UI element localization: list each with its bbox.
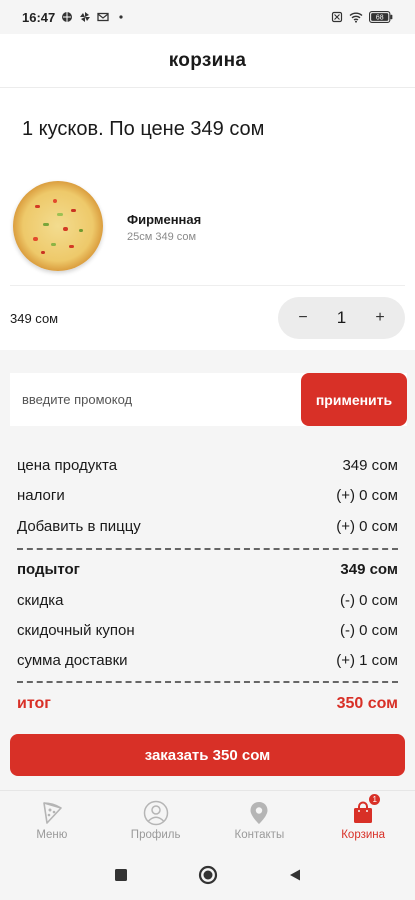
row-discount: скидка (-) 0 сом bbox=[17, 592, 398, 609]
pizza-image bbox=[13, 181, 103, 271]
row-value: (-) 0 сом bbox=[340, 592, 398, 609]
row-total: итог 350 сом bbox=[17, 695, 398, 713]
decrease-quantity-button[interactable]: − bbox=[294, 309, 312, 327]
row-pizza-addons: Добавить в пиццу (+) 0 сом bbox=[17, 518, 398, 535]
tab-menu[interactable]: Меню bbox=[0, 791, 104, 850]
app-header: корзина bbox=[0, 34, 415, 88]
tab-label: Корзина bbox=[341, 829, 386, 841]
dashed-divider bbox=[17, 681, 398, 683]
system-nav-bar bbox=[0, 850, 415, 900]
pizza-slice-icon bbox=[43, 802, 62, 824]
row-label: скидка bbox=[17, 592, 64, 609]
item-divider bbox=[10, 285, 405, 286]
tab-contacts[interactable]: Контакты bbox=[208, 791, 312, 850]
row-taxes: налоги (+) 0 сом bbox=[17, 487, 398, 504]
user-icon bbox=[143, 800, 168, 826]
bottom-tab-bar: Меню Профиль Контакты 1 Корзина bbox=[0, 790, 415, 850]
quantity-value: 1 bbox=[336, 308, 347, 327]
row-label: итог bbox=[17, 695, 51, 712]
place-order-button[interactable]: заказать 350 сом bbox=[10, 734, 405, 776]
mail-icon bbox=[97, 12, 109, 22]
tab-profile[interactable]: Профиль bbox=[104, 791, 208, 850]
apply-promo-button[interactable]: применить bbox=[301, 373, 407, 426]
row-subtotal: подытог 349 сом bbox=[17, 561, 398, 578]
row-label: подытог bbox=[17, 561, 80, 578]
row-value: 349 сом bbox=[342, 457, 398, 474]
row-value: 350 сом bbox=[336, 695, 398, 712]
battery-icon: 68 bbox=[369, 11, 393, 23]
row-delivery: сумма доставки (+) 1 сом bbox=[17, 652, 398, 669]
pinwheel-icon bbox=[80, 12, 91, 22]
row-label: Добавить в пиццу bbox=[17, 518, 141, 535]
promo-code-box: применить bbox=[10, 373, 407, 426]
back-triangle-icon[interactable] bbox=[288, 868, 302, 882]
item-price: 349 сом bbox=[10, 311, 59, 326]
tab-label: Контакты bbox=[234, 829, 285, 841]
globe-icon bbox=[62, 12, 73, 22]
item-name: Фирменная bbox=[127, 212, 202, 227]
row-label: цена продукта bbox=[17, 457, 118, 474]
row-label: скидочный купон bbox=[17, 622, 135, 639]
tab-cart[interactable]: 1 Корзина bbox=[311, 791, 415, 850]
status-left: 16:47 bbox=[22, 10, 127, 25]
page-title: корзина bbox=[168, 49, 247, 71]
battery-level: 68 bbox=[376, 15, 384, 22]
row-value: (-) 0 сом bbox=[340, 622, 398, 639]
row-label: сумма доставки bbox=[17, 652, 128, 669]
row-value: (+) 0 сом bbox=[336, 487, 398, 504]
status-time: 16:47 bbox=[22, 9, 56, 25]
row-coupon: скидочный купон (-) 0 сом bbox=[17, 622, 398, 639]
cart-count-badge: 1 bbox=[368, 793, 382, 806]
item-details: 25см 349 сом bbox=[127, 231, 197, 243]
quantity-stepper: − 1 + bbox=[278, 297, 405, 339]
recents-square-icon[interactable] bbox=[114, 868, 128, 882]
promo-code-input[interactable] bbox=[10, 373, 295, 426]
status-right: 68 bbox=[331, 11, 393, 23]
location-pin-icon bbox=[250, 802, 268, 824]
tab-label: Меню bbox=[36, 829, 68, 841]
cart-headline: 1 кусков. По цене 349 сом bbox=[22, 118, 265, 140]
row-value: 349 сом bbox=[340, 561, 398, 578]
status-bar: 16:47 68 bbox=[0, 0, 415, 34]
row-product-price: цена продукта 349 сом bbox=[17, 457, 398, 474]
dot-icon bbox=[119, 15, 123, 19]
dashed-divider bbox=[17, 548, 398, 550]
wifi-icon bbox=[349, 12, 363, 23]
tab-label: Профиль bbox=[130, 829, 181, 841]
row-label: налоги bbox=[17, 487, 65, 504]
increase-quantity-button[interactable]: + bbox=[371, 309, 389, 327]
home-circle-icon[interactable] bbox=[198, 865, 218, 885]
row-value: (+) 1 сом bbox=[336, 652, 398, 669]
row-value: (+) 0 сом bbox=[336, 518, 398, 535]
sim-off-icon bbox=[331, 11, 343, 23]
